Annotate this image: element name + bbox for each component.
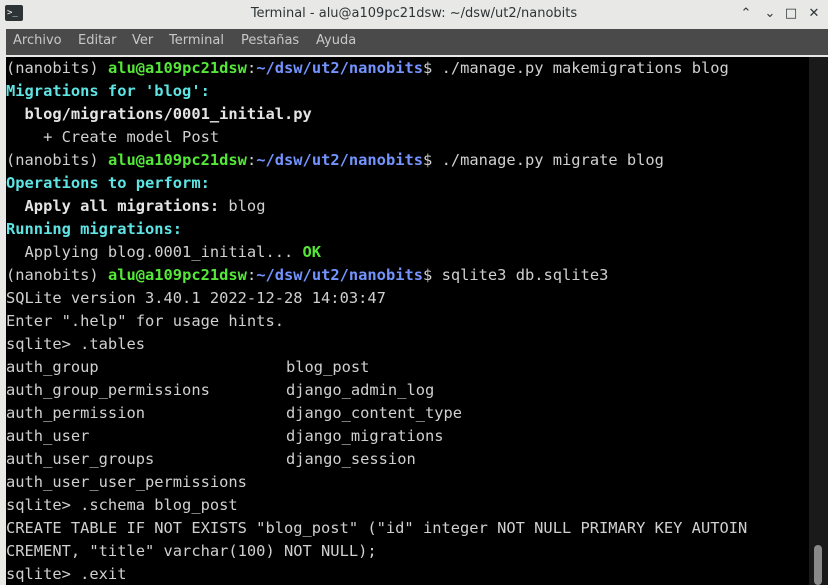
prompt-colon: : — [246, 266, 257, 284]
output-line: Apply all migrations: blog — [6, 195, 809, 218]
sqlite-command-line: sqlite> .schema blog_post — [6, 496, 238, 514]
table-name: auth_permission — [6, 404, 145, 422]
table-name: auth_group_permissions — [6, 381, 210, 399]
terminal-output[interactable]: (nanobits) alu@a109pc21dsw:~/dsw/ut2/nan… — [6, 57, 809, 585]
table-name: blog_post — [286, 358, 370, 376]
table-row: auth_group_permissions django_admin_log — [6, 379, 809, 402]
minimize-button[interactable]: ⌄ — [761, 4, 779, 24]
prompt-line: (nanobits) alu@a109pc21dsw:~/dsw/ut2/nan… — [6, 149, 809, 172]
tables-list: auth_group blog_post auth_group_permission… — [6, 356, 809, 494]
prompt-userhost: alu@a109pc21dsw — [107, 151, 247, 169]
apply-label: Apply all migrations: — [6, 197, 220, 215]
table-name: auth_user_user_permissions — [6, 473, 247, 491]
venv-label: (nanobits) — [6, 266, 108, 284]
table-name: django_migrations — [286, 427, 444, 445]
output-line: SQLite version 3.40.1 2022-12-28 14:03:4… — [6, 289, 386, 307]
command-text: ./manage.py migrate blog — [441, 151, 664, 169]
output-line: + Create model Post — [6, 128, 220, 146]
menu-terminal[interactable]: Terminal — [169, 33, 224, 48]
prompt-dollar: $ — [423, 266, 442, 284]
command-text: sqlite3 db.sqlite3 — [441, 266, 609, 284]
table-name: auth_user — [6, 427, 90, 445]
prompt-path: ~/dsw/ut2/nanobits — [256, 151, 424, 169]
output-line: blog/migrations/0001_initial.py — [6, 105, 312, 123]
venv-label: (nanobits) — [6, 151, 108, 169]
prompt-colon: : — [246, 59, 257, 77]
menu-ayuda[interactable]: Ayuda — [316, 33, 356, 48]
prompt-path: ~/dsw/ut2/nanobits — [256, 266, 424, 284]
output-line: CREMENT, "title" varchar(100) NOT NULL); — [6, 542, 377, 560]
table-name: auth_user_groups — [6, 450, 155, 468]
table-name: django_admin_log — [286, 381, 435, 399]
menu-pestanas[interactable]: Pestañas — [241, 33, 299, 48]
table-name: auth_group — [6, 358, 99, 376]
output-line: Enter ".help" for usage hints. — [6, 312, 284, 330]
menu-bar: Archivo Editar Ver Terminal Pestañas Ayu… — [6, 29, 828, 55]
output-line: Operations to perform: — [6, 174, 210, 192]
prompt-colon: : — [246, 151, 257, 169]
table-row: auth_user django_migrations — [6, 425, 809, 448]
prompt-line: (nanobits) alu@a109pc21dsw:~/dsw/ut2/nan… — [6, 264, 809, 287]
prompt-userhost: alu@a109pc21dsw — [107, 59, 247, 77]
command-text: ./manage.py makemigrations blog — [441, 59, 729, 77]
output-line: Running migrations: — [6, 220, 183, 238]
applying-text: Applying blog.0001_initial... — [6, 243, 294, 261]
prompt-dollar: $ — [423, 151, 442, 169]
title-bar[interactable]: >_ Terminal - alu@a109pc21dsw: ~/dsw/ut2… — [0, 0, 828, 30]
menu-archivo[interactable]: Archivo — [13, 33, 62, 48]
close-button[interactable]: ✕ — [805, 4, 823, 24]
table-row: auth_user_user_permissions — [6, 471, 809, 494]
vertical-scrollbar[interactable] — [809, 57, 828, 585]
table-row: auth_permission django_content_type — [6, 402, 809, 425]
ok-status: OK — [293, 243, 322, 261]
output-line: CREATE TABLE IF NOT EXISTS "blog_post" (… — [6, 519, 748, 537]
table-name: django_session — [286, 450, 416, 468]
table-row: auth_user_groups django_session — [6, 448, 809, 471]
scrollbar-thumb[interactable] — [814, 545, 822, 585]
table-name: django_content_type — [286, 404, 463, 422]
output-line: Applying blog.0001_initial... OK — [6, 241, 809, 264]
terminal-window: >_ Terminal - alu@a109pc21dsw: ~/dsw/ut2… — [0, 0, 828, 585]
maximize-button[interactable]: □ — [782, 4, 800, 24]
table-row: auth_group blog_post — [6, 356, 809, 379]
menu-ver[interactable]: Ver — [132, 33, 153, 48]
window-title: Terminal - alu@a109pc21dsw: ~/dsw/ut2/na… — [250, 6, 578, 21]
apply-value: blog — [219, 197, 266, 215]
menu-editar[interactable]: Editar — [78, 33, 117, 48]
venv-label: (nanobits) — [6, 59, 108, 77]
prompt-line: (nanobits) alu@a109pc21dsw:~/dsw/ut2/nan… — [6, 57, 809, 80]
prompt-dollar: $ — [423, 59, 442, 77]
sqlite-command-line: sqlite> .tables — [6, 335, 145, 353]
prompt-userhost: alu@a109pc21dsw — [107, 266, 247, 284]
shade-button[interactable]: ⌃ — [737, 4, 755, 24]
output-line: Migrations for 'blog': — [6, 82, 210, 100]
sqlite-command-line: sqlite> .exit — [6, 565, 127, 583]
prompt-path: ~/dsw/ut2/nanobits — [256, 59, 424, 77]
